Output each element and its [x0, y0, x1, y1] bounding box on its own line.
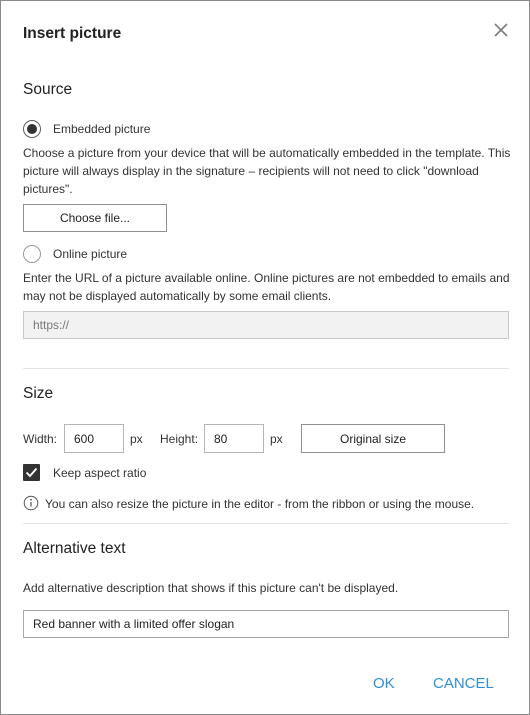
width-label: Width: [23, 432, 58, 446]
online-picture-radio[interactable] [23, 245, 41, 263]
choose-file-button[interactable]: Choose file... [23, 204, 167, 232]
alternative-text-description: Add alternative description that shows i… [23, 581, 399, 595]
divider [23, 368, 509, 369]
height-input[interactable]: 80 [204, 424, 264, 453]
alternative-text-input[interactable]: Red banner with a limited offer slogan [23, 610, 509, 638]
keep-aspect-ratio-label[interactable]: Keep aspect ratio [53, 466, 146, 480]
embedded-picture-radio[interactable] [23, 120, 41, 138]
dialog-title: Insert picture [23, 25, 122, 42]
checkmark-icon [25, 467, 38, 478]
alternative-text-heading: Alternative text [23, 540, 126, 557]
embedded-picture-label[interactable]: Embedded picture [53, 122, 150, 136]
height-unit: px [270, 432, 283, 446]
cancel-button[interactable]: CANCEL [433, 675, 494, 692]
divider [23, 523, 509, 524]
source-heading: Source [23, 81, 73, 98]
ok-button[interactable]: OK [373, 675, 395, 692]
width-input[interactable]: 600 [64, 424, 124, 453]
embedded-picture-description: Choose a picture from your device that w… [23, 146, 511, 196]
original-size-button[interactable]: Original size [301, 424, 445, 453]
height-label: Height: [160, 432, 199, 446]
url-input[interactable]: https:// [23, 311, 509, 339]
size-heading: Size [23, 385, 54, 402]
online-picture-description: Enter the URL of a picture available onl… [23, 271, 510, 303]
close-icon[interactable] [491, 20, 511, 40]
resize-info-text: You can also resize the picture in the e… [45, 497, 475, 511]
info-icon [23, 495, 39, 511]
insert-picture-dialog: Insert picture Source Embedded picture C… [0, 0, 530, 715]
width-unit: px [130, 432, 143, 446]
keep-aspect-ratio-checkbox[interactable] [23, 464, 40, 481]
online-picture-label[interactable]: Online picture [53, 247, 127, 261]
